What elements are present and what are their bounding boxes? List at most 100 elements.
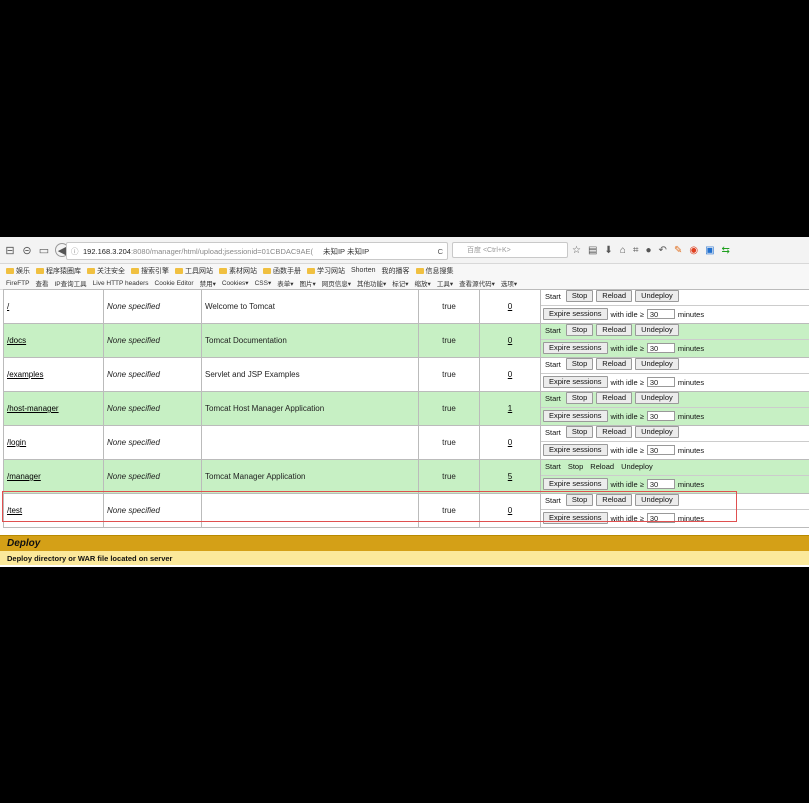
sessions-link[interactable]: 0 <box>508 506 512 515</box>
reader-icon[interactable]: ▣ <box>705 245 714 256</box>
start-button[interactable]: Start <box>543 326 563 335</box>
menu-icon[interactable]: ⇆ <box>722 245 730 256</box>
idle-minutes-input[interactable]: 30 <box>646 445 675 455</box>
app-path-link[interactable]: /test <box>7 506 22 515</box>
stop-button[interactable]: Stop <box>565 324 594 336</box>
bookmark-item[interactable]: 信息搜集 <box>415 266 454 276</box>
bookmark-item[interactable]: 工具网站 <box>175 266 213 276</box>
addon-item[interactable]: Cookies▾ <box>222 279 249 287</box>
addon-icon[interactable]: ◉ <box>689 245 698 256</box>
expire-sessions-button[interactable]: Expire sessions <box>543 376 608 388</box>
idle-minutes-input[interactable]: 30 <box>646 377 675 387</box>
expire-sessions-button[interactable]: Expire sessions <box>543 512 608 524</box>
stop-button[interactable]: Stop <box>565 358 594 370</box>
bookmark-item[interactable]: 我的播客 <box>382 266 410 276</box>
idle-minutes-input[interactable]: 30 <box>646 513 675 523</box>
stop-button[interactable]: Stop <box>566 462 585 471</box>
chat-icon[interactable]: ● <box>646 245 652 256</box>
addon-item[interactable]: 标记▾ <box>392 278 408 288</box>
expire-sessions-button[interactable]: Expire sessions <box>543 342 608 354</box>
reload-button[interactable]: Reload <box>596 494 633 506</box>
undeploy-button[interactable]: Undeploy <box>635 324 679 336</box>
bookmark-item[interactable]: 搜索引擎 <box>131 266 169 276</box>
reload-button[interactable]: Reload <box>596 358 633 370</box>
addon-item[interactable]: 工具▾ <box>437 278 453 288</box>
reload-icon[interactable]: C <box>438 247 443 256</box>
sessions-link[interactable]: 5 <box>508 472 512 481</box>
app-path-link[interactable]: / <box>7 302 9 311</box>
sessions-link[interactable]: 0 <box>508 370 512 379</box>
undeploy-button[interactable]: Undeploy <box>635 426 679 438</box>
stop-button[interactable]: Stop <box>565 290 594 302</box>
sessions-link[interactable]: 1 <box>508 404 512 413</box>
undeploy-button[interactable]: Undeploy <box>635 494 679 506</box>
app-path-link[interactable]: /examples <box>7 370 43 379</box>
app-path-link[interactable]: /manager <box>7 472 41 481</box>
addon-item[interactable]: 图片▾ <box>299 278 315 288</box>
extension-icon[interactable]: ✎ <box>674 245 682 256</box>
app-path-link[interactable]: /host-manager <box>7 404 59 413</box>
sessions-link[interactable]: 0 <box>508 302 512 311</box>
addon-item[interactable]: CSS▾ <box>255 279 272 287</box>
bookmark-item[interactable]: 娱乐 <box>6 266 30 276</box>
bookmark-item[interactable]: 函数手册 <box>263 266 301 276</box>
undeploy-button[interactable]: Undeploy <box>635 392 679 404</box>
stop-button[interactable]: Stop <box>565 426 594 438</box>
app-path-link[interactable]: /docs <box>7 336 26 345</box>
stop-button[interactable]: Stop <box>565 392 594 404</box>
home-icon[interactable]: ⌂ <box>620 245 626 256</box>
addon-item[interactable]: FireFTP <box>6 280 29 287</box>
clipboard-icon[interactable]: ▤ <box>588 245 597 256</box>
addon-item[interactable]: 网页信息▾ <box>322 278 351 288</box>
addon-item[interactable]: 查看 <box>35 278 48 288</box>
reload-button[interactable]: Reload <box>596 392 633 404</box>
bookmark-item[interactable]: 关注安全 <box>87 266 125 276</box>
start-button[interactable]: Start <box>543 292 563 301</box>
addon-item[interactable]: 查看源代码▾ <box>459 278 495 288</box>
sync-icon[interactable]: ⊝ <box>20 243 34 257</box>
search-input[interactable]: 百度 <Ctrl+K> <box>452 242 568 258</box>
reload-button[interactable]: Reload <box>596 290 633 302</box>
site-info-icon[interactable]: ⓘ <box>71 246 79 257</box>
expire-sessions-button[interactable]: Expire sessions <box>543 478 608 490</box>
reload-button[interactable]: Reload <box>596 426 633 438</box>
sessions-link[interactable]: 0 <box>508 336 512 345</box>
reload-button[interactable]: Reload <box>596 324 633 336</box>
download-icon[interactable]: ⬇ <box>604 245 612 256</box>
undeploy-button[interactable]: Undeploy <box>619 462 655 471</box>
start-button[interactable]: Start <box>543 462 563 471</box>
expire-sessions-button[interactable]: Expire sessions <box>543 444 608 456</box>
reload-button[interactable]: Reload <box>588 462 616 471</box>
stop-button[interactable]: Stop <box>565 494 594 506</box>
idle-minutes-input[interactable]: 30 <box>646 309 675 319</box>
addon-item[interactable]: 表单▾ <box>277 278 293 288</box>
addon-item[interactable]: IP查询工具 <box>54 278 86 288</box>
history-icon[interactable]: ⊟ <box>3 243 17 257</box>
undeploy-button[interactable]: Undeploy <box>635 358 679 370</box>
screenshot-icon[interactable]: ⌗ <box>633 245 639 256</box>
sessions-link[interactable]: 0 <box>508 438 512 447</box>
bookmark-star-icon[interactable]: ☆ <box>572 245 581 256</box>
addon-item[interactable]: 缩放▾ <box>415 278 431 288</box>
undo-icon[interactable]: ↶ <box>659 245 667 256</box>
idle-minutes-input[interactable]: 30 <box>646 411 675 421</box>
addon-item[interactable]: 其他功能▾ <box>357 278 386 288</box>
start-button[interactable]: Start <box>543 360 563 369</box>
start-button[interactable]: Start <box>543 394 563 403</box>
url-bar[interactable]: ⓘ 192.168.3.204 :8080/manager/html/uploa… <box>66 242 448 260</box>
addon-item[interactable]: 禁用▾ <box>200 278 216 288</box>
idle-minutes-input[interactable]: 30 <box>646 343 675 353</box>
addon-item[interactable]: Live HTTP headers <box>93 280 149 287</box>
expire-sessions-button[interactable]: Expire sessions <box>543 410 608 422</box>
app-path-link[interactable]: /login <box>7 438 26 447</box>
addon-item[interactable]: 选项▾ <box>501 278 517 288</box>
bookmark-item[interactable]: Shorten <box>351 267 376 274</box>
tabs-icon[interactable]: ▭ <box>37 243 51 257</box>
bookmark-item[interactable]: 程序猿圈库 <box>36 266 81 276</box>
start-button[interactable]: Start <box>543 496 563 505</box>
bookmark-item[interactable]: 学习网站 <box>307 266 345 276</box>
undeploy-button[interactable]: Undeploy <box>635 290 679 302</box>
expire-sessions-button[interactable]: Expire sessions <box>543 308 608 320</box>
bookmark-item[interactable]: 素材网站 <box>219 266 257 276</box>
addon-item[interactable]: Cookie Editor <box>155 280 194 287</box>
